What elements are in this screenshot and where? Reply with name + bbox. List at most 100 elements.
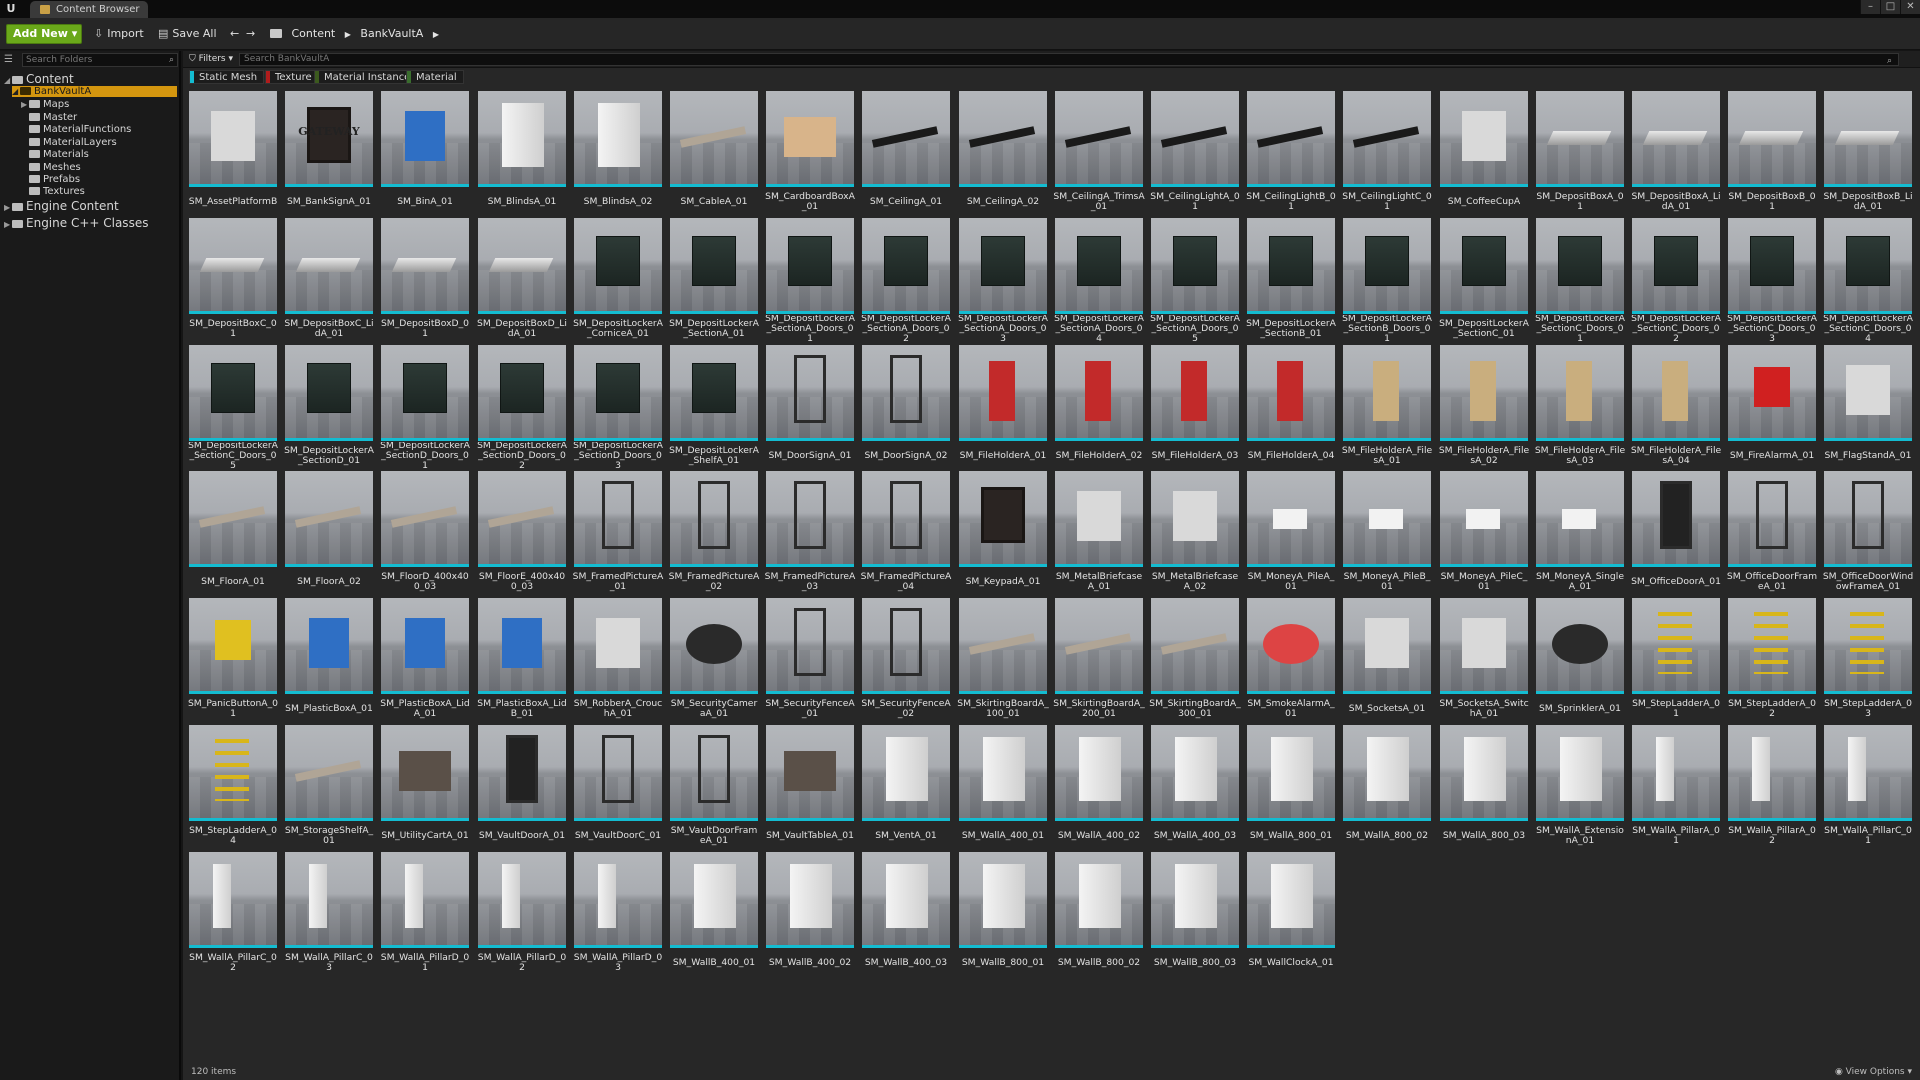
asset-tile[interactable]: SM_CeilingA_02 [959,91,1047,216]
forward-button[interactable]: → [246,25,255,43]
asset-tile[interactable]: SM_WallA_PillarA_02 [1728,725,1816,850]
view-options-button[interactable]: ◉ View Options ▾ [1835,1067,1912,1077]
asset-tile[interactable]: SM_FileHolderA_04 [1247,345,1335,470]
asset-tile[interactable]: SM_WallA_PillarD_03 [574,852,662,977]
asset-tile[interactable]: SM_DepositBoxD_LidA_01 [477,218,567,343]
asset-tile[interactable]: SM_SkirtingBoardA_300_01 [1149,598,1241,723]
asset-tile[interactable]: SM_WallA_800_02 [1343,725,1431,850]
asset-tile[interactable]: SM_VaultDoorA_01 [478,725,566,850]
asset-tile[interactable]: SM_MetalBriefcaseA_01 [1055,471,1143,596]
asset-tile[interactable]: SM_DepositLockerA_SectionD_01 [284,345,374,470]
asset-tile[interactable]: SM_CeilingLightA_01 [1150,91,1240,216]
asset-tile[interactable]: SM_StepLadderA_03 [1824,598,1912,723]
asset-tile[interactable]: SM_CableA_01 [670,91,758,216]
asset-tile[interactable]: SM_DepositBoxD_01 [381,218,469,343]
asset-tile[interactable]: SM_MoneyA_PileB_01 [1343,471,1431,596]
tree-item-textures[interactable]: Textures [29,186,85,198]
asset-tile[interactable]: SM_DepositLockerA_SectionB_01 [1246,218,1336,343]
asset-tile[interactable]: SM_PanicButtonA_01 [188,598,278,723]
asset-tile[interactable]: SM_OfficeDoorA_01 [1631,471,1721,596]
asset-tile[interactable]: SM_DepositBoxC_01 [189,218,277,343]
asset-tile[interactable]: SM_WallA_PillarC_02 [189,852,277,977]
asset-tile[interactable]: SM_SocketsA_01 [1343,598,1431,723]
asset-tile[interactable]: SM_FramedPictureA_04 [861,471,951,596]
asset-tile[interactable]: SM_BinA_01 [381,91,469,216]
asset-tile[interactable]: SM_DepositBoxB_01 [1728,91,1816,216]
asset-tile[interactable]: SM_DepositLockerA_SectionC_Doors_01 [1535,218,1625,343]
asset-tile[interactable]: SM_OfficeDoorWindowFrameA_01 [1823,471,1913,596]
filter-chip-texture[interactable]: Texture [265,70,319,84]
breadcrumb-bankvaulta[interactable]: BankVaultA [360,27,423,40]
back-button[interactable]: ← [230,25,239,43]
asset-tile[interactable]: SM_DepositLockerA_SectionB_Doors_01 [1342,218,1432,343]
asset-tile[interactable]: SM_DepositLockerA_SectionA_Doors_04 [1054,218,1144,343]
asset-tile[interactable]: SM_WallB_800_01 [959,852,1047,977]
expand-arrow-icon[interactable]: ◢ [4,73,12,88]
asset-tile[interactable]: SM_WallA_PillarD_01 [381,852,469,977]
content-browser-tab[interactable]: Content Browser [30,1,148,18]
tree-item-materials[interactable]: Materials [29,149,89,161]
asset-tile[interactable]: SM_DepositBoxA_01 [1536,91,1624,216]
asset-tile[interactable]: SM_WallClockA_01 [1247,852,1335,977]
asset-tile[interactable]: SM_FileHolderA_FilesA_04 [1631,345,1721,470]
asset-tile[interactable]: SM_MoneyA_PileA_01 [1247,471,1335,596]
asset-tile[interactable]: SM_CeilingA_01 [862,91,950,216]
tree-item-engine-cpp-classes[interactable]: ▶ Engine C++ Classes [4,216,148,231]
asset-tile[interactable]: SM_FloorE_400x400_03 [478,471,566,596]
asset-tile[interactable]: SM_KeypadA_01 [959,471,1047,596]
asset-tile[interactable]: SM_DepositLockerA_SectionC_Doors_03 [1727,218,1817,343]
asset-tile[interactable]: SM_SecurityCameraA_01 [670,598,758,723]
asset-tile[interactable]: SM_BlindsA_01 [478,91,566,216]
tree-item-maps[interactable]: ▶ Maps [21,99,69,111]
asset-tile[interactable]: SM_CardboardBoxA_01 [765,91,855,216]
asset-tile[interactable]: SM_FireAlarmA_01 [1728,345,1816,470]
asset-tile[interactable]: SM_DepositBoxA_LidA_01 [1631,91,1721,216]
asset-tile[interactable]: SM_FileHolderA_03 [1151,345,1239,470]
tree-item-materiallayers[interactable]: MaterialLayers [29,137,117,149]
asset-tile[interactable]: SM_MoneyA_SingleA_01 [1536,471,1624,596]
asset-tile[interactable]: SM_FloorA_02 [285,471,373,596]
asset-tile[interactable]: SM_DepositLockerA_SectionC_Doors_04 [1823,218,1913,343]
asset-tile[interactable]: SM_WallB_800_03 [1151,852,1239,977]
asset-tile[interactable]: SM_DepositLockerA_SectionD_Doors_03 [573,345,663,470]
asset-tile[interactable]: SM_DoorSignA_01 [766,345,854,470]
asset-tile[interactable]: SM_CeilingLightC_01 [1342,91,1432,216]
asset-tile[interactable]: SM_MoneyA_PileC_01 [1440,471,1528,596]
asset-tile[interactable]: SM_WallA_400_03 [1151,725,1239,850]
asset-tile[interactable]: SM_WallA_PillarA_01 [1632,725,1720,850]
expand-arrow-icon[interactable]: ▶ [21,99,29,111]
expand-arrow-icon[interactable]: ◢ [12,86,20,98]
asset-tile[interactable]: SM_WallB_800_02 [1055,852,1143,977]
asset-tile[interactable]: SM_SecurityFenceA_01 [765,598,855,723]
asset-tile[interactable]: SM_SecurityFenceA_02 [861,598,951,723]
toggle-sources-icon[interactable]: ☰ [4,54,13,65]
search-folders-input[interactable]: Search Folders ⌕ [22,53,178,67]
tree-item-content[interactable]: ◢ Content [4,72,74,87]
asset-tile[interactable]: SM_FloorD_400x400_03 [381,471,469,596]
asset-tile[interactable]: SM_DepositLockerA_ShelfA_01 [669,345,759,470]
asset-tile[interactable]: SM_DepositLockerA_SectionA_Doors_01 [765,218,855,343]
filter-chip-material-instance[interactable]: Material Instance [314,70,418,84]
asset-tile[interactable]: SM_FloorA_01 [189,471,277,596]
asset-tile[interactable]: SM_DepositLockerA_SectionC_Doors_05 [188,345,278,470]
asset-tile[interactable]: SM_WallA_PillarD_02 [478,852,566,977]
minimize-button[interactable]: – [1860,0,1880,14]
asset-tile[interactable]: SM_FileHolderA_02 [1055,345,1143,470]
asset-tile[interactable]: SM_SkirtingBoardA_200_01 [1053,598,1145,723]
breadcrumb-separator[interactable]: ▶ [433,30,439,39]
asset-tile[interactable]: SM_FlagStandA_01 [1824,345,1912,470]
asset-tile[interactable]: SM_PlasticBoxA_LidA_01 [380,598,470,723]
asset-tile[interactable]: SM_DepositLockerA_SectionA_01 [669,218,759,343]
asset-tile[interactable]: SM_FileHolderA_01 [959,345,1047,470]
asset-tile[interactable]: SM_DepositLockerA_SectionD_Doors_01 [380,345,470,470]
asset-tile[interactable]: SM_FramedPictureA_03 [765,471,855,596]
asset-tile[interactable]: SM_SkirtingBoardA_100_01 [957,598,1049,723]
asset-tile[interactable]: SM_RobberA_CrouchA_01 [574,598,662,723]
asset-tile[interactable]: SM_SocketsA_SwitchA_01 [1439,598,1529,723]
filters-button[interactable]: ⛉ Filters ▾ [189,53,233,66]
asset-tile[interactable]: SM_FileHolderA_FilesA_02 [1439,345,1529,470]
asset-tile[interactable]: SM_WallB_400_02 [766,852,854,977]
asset-tile[interactable]: SM_FileHolderA_FilesA_03 [1535,345,1625,470]
asset-tile[interactable]: SM_DoorSignA_02 [862,345,950,470]
tree-item-meshes[interactable]: Meshes [29,162,81,174]
